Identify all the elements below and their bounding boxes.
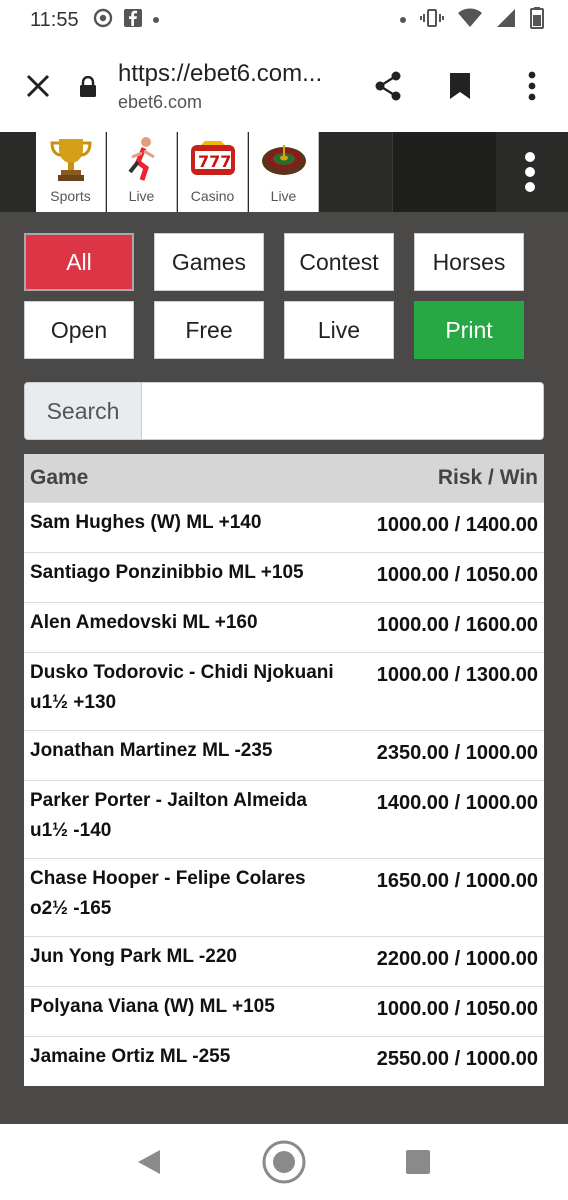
game-cell: Chase Hooper - Felipe Colares o2½ -165 [24,857,346,936]
notification-dot-icon [152,17,159,23]
share-button[interactable] [352,40,424,132]
risk-win-cell: 1400.00 / 1000.00 [346,779,544,858]
menu-dot-icon [525,167,535,177]
close-tab-button[interactable] [0,40,76,132]
filter-games-button[interactable]: Games [154,233,264,291]
android-nav-bar [0,1124,568,1200]
nav-tile-label: Sports [50,188,91,204]
back-button[interactable] [134,1146,164,1178]
browser-toolbar: https://ebet6.com... ebet6.com [0,40,568,132]
risk-win-cell: 1000.00 / 1400.00 [346,501,544,552]
nav-tile-casino[interactable]: 777 Casino [178,132,248,212]
nav-tile-live[interactable]: Live [107,132,177,212]
search-input[interactable] [142,383,543,439]
risk-win-cell: 1000.00 / 1600.00 [346,601,544,652]
svg-text:777: 777 [198,152,231,171]
site-menu-button[interactable] [518,152,542,192]
game-cell: Jun Yong Park ML -220 [24,935,346,986]
table-row: Jamaine Ortiz ML -255 2550.00 / 1000.00 [24,1035,544,1086]
risk-win-cell: 2550.00 / 1000.00 [346,1035,544,1086]
wifi-icon [458,8,482,33]
bookmark-button[interactable] [424,40,496,132]
slot-machine-icon: 777 [183,132,243,186]
table-row: Chase Hooper - Felipe Colares o2½ -165 16… [24,857,544,936]
signal-icon [496,8,516,33]
roulette-icon [254,132,314,186]
back-triangle-icon [138,1150,160,1174]
risk-win-cell: 1000.00 / 1300.00 [346,651,544,730]
table-row: Sam Hughes (W) ML +140 1000.00 / 1400.00 [24,501,544,552]
bookmark-icon [450,73,470,99]
filter-horses-button[interactable]: Horses [414,233,524,291]
more-vert-icon [528,71,536,101]
url-domain: ebet6.com [118,91,203,112]
menu-dot-icon [525,152,535,162]
url-field[interactable]: https://ebet6.com... ebet6.com [118,60,348,113]
nav-tile-live-casino[interactable]: Live [249,132,319,212]
status-time: 11:55 [30,8,79,31]
column-header-game: Game [24,454,346,502]
lock-icon[interactable] [76,76,100,98]
game-cell: Jonathan Martinez ML -235 [24,729,346,780]
home-button[interactable] [260,1138,308,1186]
search-group: Search [24,382,544,440]
risk-win-cell: 2350.00 / 1000.00 [346,729,544,780]
table-row: Alen Amedovski ML +160 1000.00 / 1600.00 [24,601,544,652]
notification-dot-icon [400,17,406,23]
table-row: Jonathan Martinez ML -235 2350.00 / 1000.… [24,729,544,780]
filter-contest-button[interactable]: Contest [284,233,394,291]
vibrate-icon [420,8,444,33]
nav-spacer [392,132,496,212]
more-options-button[interactable] [496,40,568,132]
risk-win-cell: 2200.00 / 1000.00 [346,935,544,986]
url-text: https://ebet6.com... [118,59,323,87]
site-nav: Sports Live 777 Casino Live [0,132,568,212]
facebook-icon [123,8,143,33]
filter-open-button[interactable]: Open [24,301,134,359]
game-cell: Polyana Viana (W) ML +105 [24,985,346,1036]
game-cell: Jamaine Ortiz ML -255 [24,1035,346,1086]
nav-tile-label: Live [128,188,155,204]
table-row: Santiago Ponzinibbio ML +105 1000.00 / 10… [24,551,544,602]
risk-win-cell: 1650.00 / 1000.00 [346,857,544,936]
share-icon [375,71,401,101]
search-label: Search [25,383,142,439]
table-row: Jun Yong Park ML -220 2200.00 / 1000.00 [24,935,544,986]
table-row: Dusko Todorovic - Chidi Njokuani u1½ +13… [24,651,544,730]
home-circle-icon [262,1140,306,1184]
bets-table: Game Risk / Win Sam Hughes (W) ML +140 10… [24,454,544,1086]
main-content: All Games Contest Horses Open Free Live … [0,212,568,1124]
nav-tile-label: Live [270,188,297,204]
nav-tile-sports[interactable]: Sports [36,132,106,212]
table-row: Parker Porter - Jailton Almeida u1½ -140… [24,779,544,858]
column-header-risk-win: Risk / Win [346,454,544,502]
trophy-icon [41,132,101,186]
battery-icon [530,6,544,34]
game-cell: Santiago Ponzinibbio ML +105 [24,551,346,602]
chrome-icon [93,8,113,33]
nav-tile-label: Casino [190,188,235,204]
filter-free-button[interactable]: Free [154,301,264,359]
game-cell: Dusko Todorovic - Chidi Njokuani u1½ +13… [24,651,346,730]
filter-live-button[interactable]: Live [284,301,394,359]
recents-button[interactable] [404,1148,432,1176]
game-cell: Parker Porter - Jailton Almeida u1½ -140 [24,779,346,858]
status-bar: 11:55 [0,0,568,40]
recents-square-icon [406,1150,430,1174]
table-header-row: Game Risk / Win [24,454,544,502]
filter-all-button[interactable]: All [24,233,134,291]
risk-win-cell: 1000.00 / 1050.00 [346,985,544,1036]
close-icon [26,74,50,98]
game-cell: Sam Hughes (W) ML +140 [24,501,346,552]
game-cell: Alen Amedovski ML +160 [24,601,346,652]
runner-icon [112,132,172,186]
menu-dot-icon [525,182,535,192]
risk-win-cell: 1000.00 / 1050.00 [346,551,544,602]
table-row: Polyana Viana (W) ML +105 1000.00 / 1050.… [24,985,544,1036]
print-button[interactable]: Print [414,301,524,359]
